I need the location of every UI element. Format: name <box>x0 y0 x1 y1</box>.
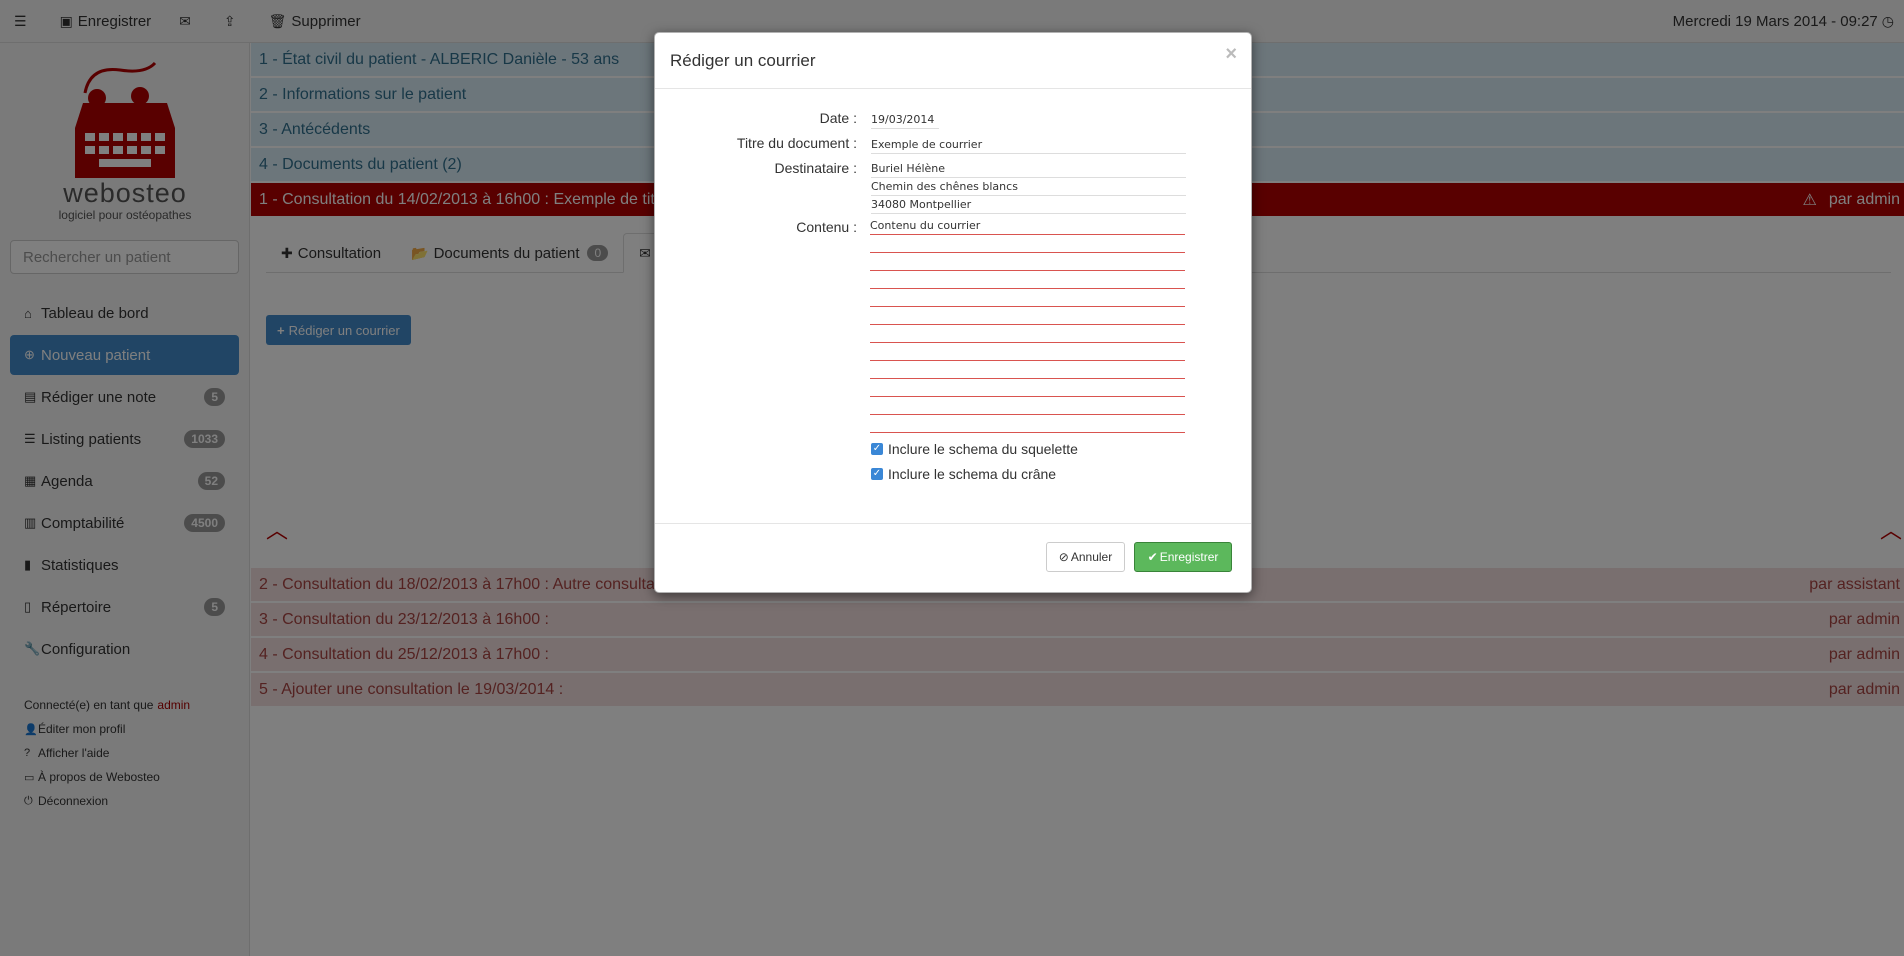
content-line <box>870 253 1185 271</box>
doc-title-field[interactable]: Exemple de courrier <box>871 136 1186 154</box>
checkbox-label: Inclure le schema du crâne <box>888 466 1057 482</box>
ban-icon: ⊘ <box>1058 550 1069 564</box>
close-icon[interactable]: × <box>1225 43 1237 66</box>
content-line <box>870 343 1185 361</box>
recipient-line-3[interactable]: 34080 Montpellier <box>871 196 1186 214</box>
date-label: Date : <box>819 110 857 126</box>
content-line <box>870 379 1185 397</box>
recipient-label: Destinataire : <box>774 160 857 176</box>
date-field[interactable]: 19/03/2014 <box>871 111 939 129</box>
checkmark-icon: ✓ <box>871 468 883 480</box>
content-line <box>870 361 1185 379</box>
content-line <box>870 307 1185 325</box>
button-label: Enregistrer <box>1159 550 1219 564</box>
content-line <box>870 289 1185 307</box>
doc-title-label: Titre du document : <box>736 135 857 151</box>
content-line <box>870 325 1185 343</box>
cancel-button[interactable]: ⊘ Annuler <box>1046 542 1125 572</box>
content-label: Contenu : <box>796 219 857 235</box>
content-textarea[interactable]: Contenu du courrier <box>870 217 1185 433</box>
save-letter-button[interactable]: ✔ Enregistrer <box>1134 542 1232 572</box>
content-line <box>870 271 1185 289</box>
check-icon: ✔ <box>1147 550 1158 564</box>
modal-header: Rédiger un courrier × <box>655 33 1251 89</box>
content-line <box>870 235 1185 253</box>
button-label: Annuler <box>1070 550 1113 564</box>
checkmark-icon: ✓ <box>871 443 883 455</box>
modal-footer: ⊘ Annuler ✔ Enregistrer <box>655 523 1251 593</box>
recipient-line-2[interactable]: Chemin des chênes blancs <box>871 178 1186 196</box>
content-line <box>870 397 1185 415</box>
checkbox-label: Inclure le schema du squelette <box>888 441 1078 457</box>
recipient-line-1[interactable]: Buriel Hélène <box>871 160 1186 178</box>
content-line <box>870 415 1185 433</box>
content-line: Contenu du courrier <box>870 217 1185 235</box>
write-letter-dialog: Rédiger un courrier × Date : 19/03/2014 … <box>654 32 1252 593</box>
include-skull-checkbox[interactable]: ✓ Inclure le schema du crâne <box>871 466 1056 482</box>
include-skeleton-checkbox[interactable]: ✓ Inclure le schema du squelette <box>871 441 1078 457</box>
modal-title: Rédiger un courrier <box>670 51 816 70</box>
